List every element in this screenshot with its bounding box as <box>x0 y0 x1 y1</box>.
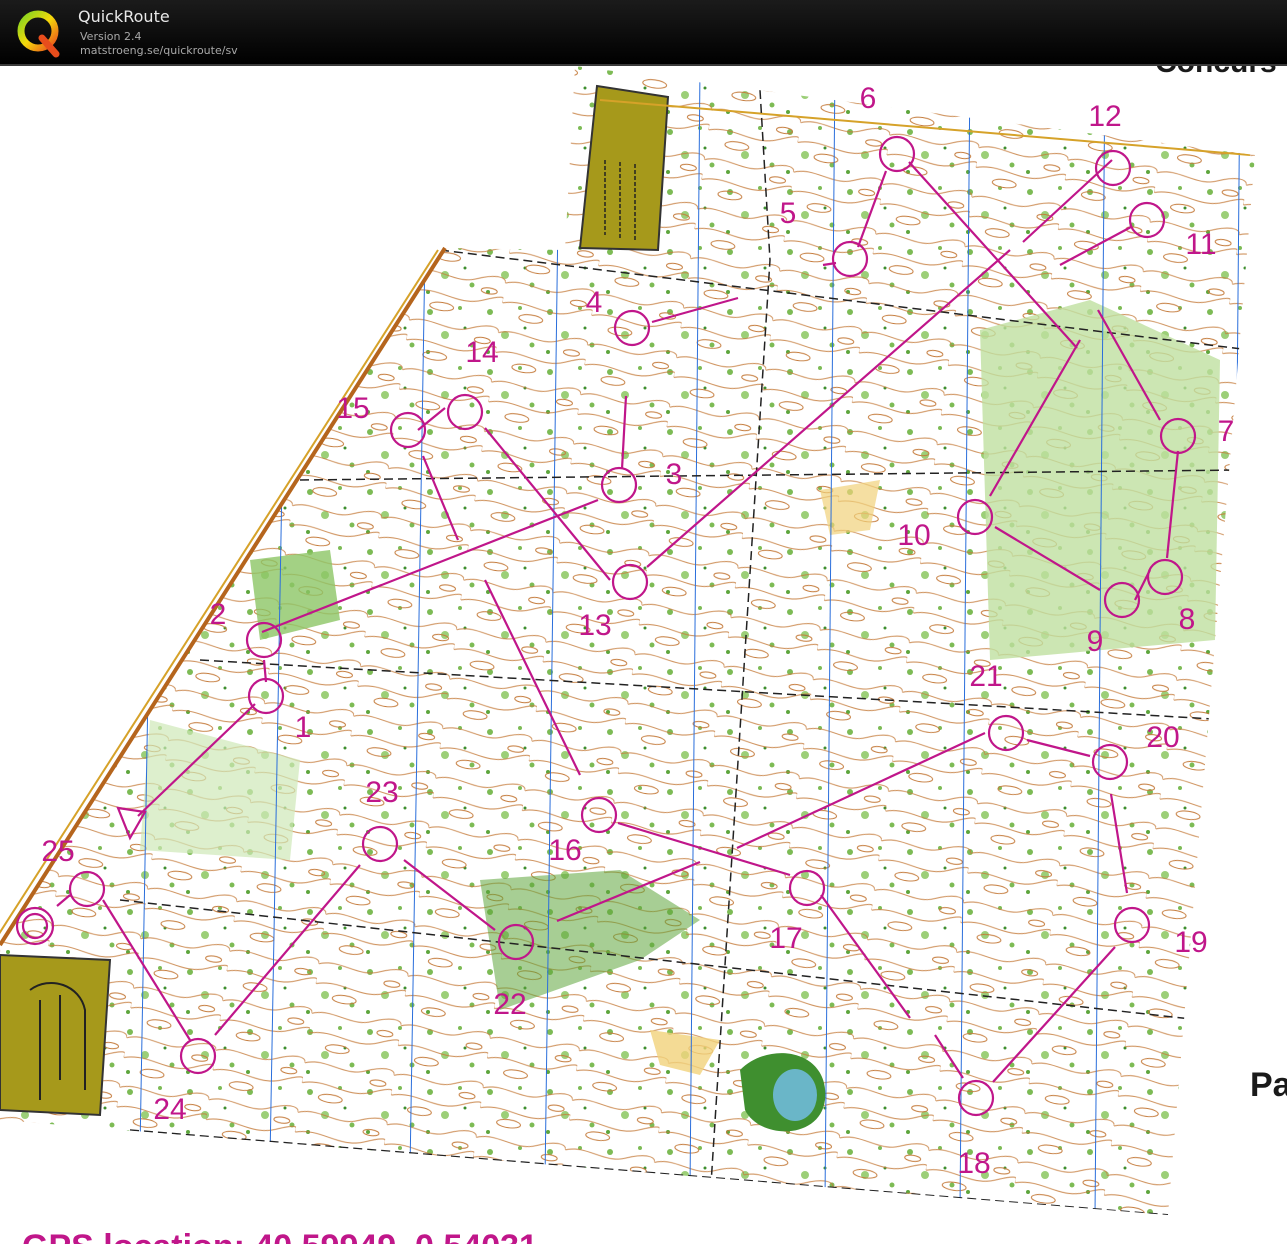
app-title: QuickRoute <box>78 7 170 26</box>
control-label-2: 2 <box>210 598 227 631</box>
control-label-12: 12 <box>1088 100 1121 133</box>
quickroute-logo-icon <box>17 10 60 58</box>
control-label-15: 15 <box>336 392 369 425</box>
control-label-6: 6 <box>860 82 877 115</box>
orienteering-map[interactable]: 1234567891011121314151617181920212223242… <box>0 46 1287 1248</box>
app-version: Version 2.4 <box>80 30 142 43</box>
control-label-9: 9 <box>1087 625 1104 658</box>
control-label-8: 8 <box>1179 603 1196 636</box>
control-label-23: 23 <box>365 776 398 809</box>
gps-location-text: GPS location: 40.59949, 0.54031 <box>22 1228 538 1244</box>
control-label-7: 7 <box>1218 415 1235 448</box>
control-label-10: 10 <box>897 519 930 552</box>
control-label-24: 24 <box>153 1093 186 1126</box>
title-bar: QuickRoute Version 2.4 matstroeng.se/qui… <box>0 0 1287 66</box>
control-label-11: 11 <box>1185 228 1216 261</box>
control-label-17: 17 <box>769 922 802 955</box>
control-label-4: 4 <box>586 286 603 319</box>
map-canvas[interactable]: 1 2 3 4 5 6 7 8 9 10 11 12 13 14 15 16 17 18 19 20 21 22 23 24 2… <box>0 46 1287 1248</box>
app-url[interactable]: matstroeng.se/quickroute/sv <box>80 44 238 57</box>
control-label-5: 5 <box>780 197 797 230</box>
control-label-25: 25 <box>41 835 74 868</box>
control-label-21: 21 <box>969 660 1002 693</box>
control-label-13: 13 <box>578 609 611 642</box>
control-label-1: 1 <box>295 711 312 744</box>
control-label-18: 18 <box>957 1147 990 1180</box>
side-text-right: Pa <box>1250 1066 1287 1104</box>
control-label-3: 3 <box>666 458 683 491</box>
control-label-22: 22 <box>493 988 526 1021</box>
control-label-20: 20 <box>1146 721 1179 754</box>
side-text-top: Concurs <box>1155 66 1277 79</box>
control-label-16: 16 <box>548 834 581 867</box>
control-label-19: 19 <box>1174 926 1207 959</box>
control-label-14: 14 <box>465 336 498 369</box>
